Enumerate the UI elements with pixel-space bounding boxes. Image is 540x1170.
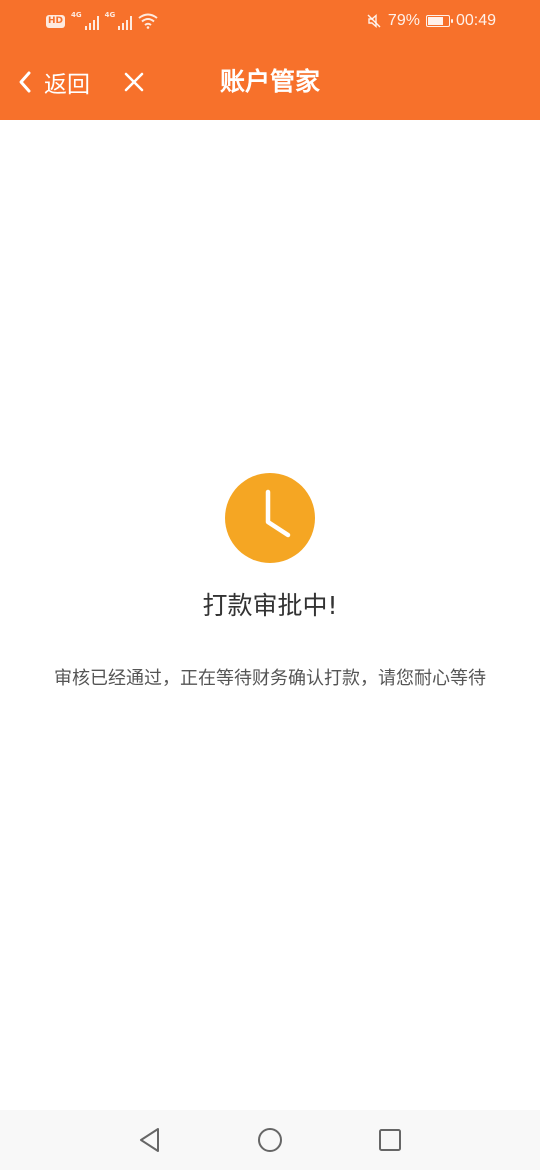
wifi-icon — [138, 13, 158, 29]
clock-time: 00:49 — [455, 12, 496, 29]
battery-icon — [425, 15, 453, 27]
system-nav-bar — [0, 1110, 540, 1170]
signal-sim1-icon: 4G — [71, 12, 99, 30]
network-type-sim2: 4G — [104, 11, 116, 19]
close-button[interactable] — [120, 68, 148, 96]
nav-bar: 返回 账户管家 — [0, 42, 540, 120]
status-description: 审核已经通过，正在等待财务确认打款，请您耐心等待 — [54, 668, 486, 689]
status-left: HD 4G 4G — [46, 11, 158, 31]
triangle-back-icon[interactable] — [136, 1126, 164, 1154]
network-type-sim1: 4G — [71, 11, 82, 19]
battery-fill — [427, 17, 443, 25]
hd-badge: HD — [46, 14, 66, 28]
app-header: HD 4G 4G 79% 00:49 返回 账户管家 — [0, 0, 540, 120]
status-bar: HD 4G 4G 79% 00:49 — [0, 0, 540, 42]
status-title: 打款审批中! — [202, 591, 338, 620]
mute-icon — [367, 13, 381, 29]
square-recents-icon[interactable] — [376, 1126, 404, 1154]
status-right: 79% 00:49 — [366, 10, 496, 32]
close-icon — [124, 72, 144, 92]
chevron-left-icon — [19, 71, 31, 93]
circle-home-icon[interactable] — [256, 1126, 284, 1154]
clock-icon — [225, 473, 315, 563]
battery-percent: 79% — [387, 12, 420, 29]
back-button[interactable]: 返回 — [18, 64, 90, 100]
signal-sim2-icon: 4G — [105, 12, 133, 30]
back-label: 返回 — [44, 72, 90, 98]
